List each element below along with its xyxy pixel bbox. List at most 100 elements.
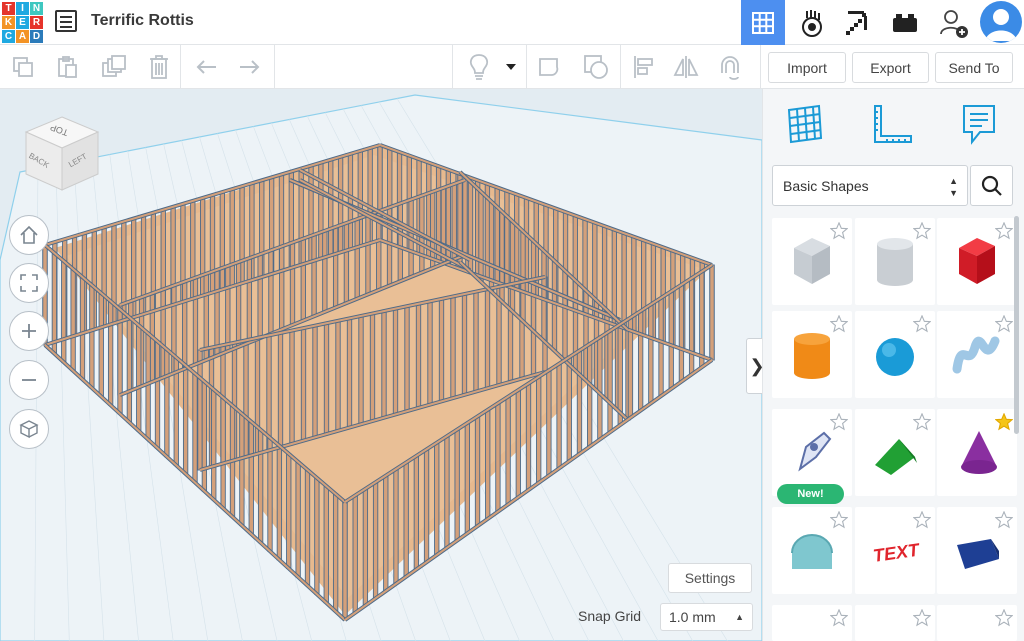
ungroup-icon[interactable]	[582, 53, 610, 81]
tinkercad-logo[interactable]: T I N K E R C A D	[2, 2, 43, 43]
favorite-star-icon[interactable]	[830, 413, 848, 431]
wall-stud	[335, 320, 341, 432]
wall-stud	[485, 409, 491, 520]
notes-lightbulb-icon[interactable]	[465, 53, 493, 81]
zoom-out-button[interactable]	[9, 360, 49, 400]
wall-stud	[546, 369, 552, 477]
workplane-tool-icon[interactable]	[785, 104, 825, 151]
shape-tile-cylinder-orange[interactable]	[772, 311, 852, 398]
wall-stud	[342, 501, 348, 621]
snap-grid-select[interactable]: 1.0 mm ▲	[660, 603, 753, 631]
align-icon[interactable]	[630, 53, 658, 81]
shape-tile-half-round[interactable]	[772, 507, 852, 594]
favorite-star-icon[interactable]	[830, 511, 848, 529]
favorite-star-icon[interactable]	[830, 315, 848, 333]
notes-tool-icon[interactable]	[960, 102, 998, 153]
export-button[interactable]: Export	[852, 52, 929, 83]
design-list-icon[interactable]	[55, 10, 77, 32]
chevron-down-icon[interactable]	[500, 53, 522, 81]
workplane[interactable]: TOP BACK LEFT	[0, 89, 762, 641]
favorite-star-icon[interactable]	[995, 315, 1013, 333]
wall-stud	[541, 250, 547, 342]
wall-stud	[648, 304, 654, 404]
favorite-star-icon[interactable]	[913, 511, 931, 529]
circuits-icon[interactable]	[790, 0, 834, 45]
settings-button[interactable]: Settings	[668, 563, 752, 593]
shape-tile-wedge-navy[interactable]	[937, 507, 1017, 594]
favorite-star-icon[interactable]	[995, 222, 1013, 240]
minecraft-pickaxe-icon[interactable]	[836, 0, 880, 45]
wall-stud	[435, 165, 442, 262]
wall-stud	[343, 222, 350, 304]
mirror-icon[interactable]	[672, 53, 700, 81]
favorite-star-icon[interactable]	[995, 511, 1013, 529]
favorite-star-icon[interactable]	[913, 222, 931, 240]
wall-stud	[276, 445, 283, 561]
wall-stud	[556, 363, 562, 469]
redo-icon[interactable]	[236, 53, 264, 81]
shape-search-button[interactable]	[970, 165, 1013, 206]
add-user-icon[interactable]	[932, 0, 976, 45]
projection-toggle-button[interactable]	[9, 409, 49, 449]
copy-icon[interactable]	[9, 53, 37, 81]
favorite-star-icon[interactable]	[913, 315, 931, 333]
wall-stud	[126, 316, 133, 423]
wall-stud	[328, 159, 334, 256]
project-title[interactable]: Terrific Rottis	[91, 12, 194, 30]
shape-tile-partial[interactable]	[772, 605, 852, 641]
home-view-button[interactable]	[9, 215, 49, 255]
send-to-button[interactable]: Send To	[935, 52, 1013, 83]
logo-letter: N	[30, 2, 43, 15]
shape-tile-text[interactable]: TEXT	[855, 507, 935, 594]
wall-stud	[277, 332, 284, 448]
shape-tile-partial[interactable]	[855, 605, 935, 641]
wall-stud	[536, 376, 542, 484]
3d-design-view-icon[interactable]	[741, 0, 785, 45]
ruler-tool-icon[interactable]	[871, 104, 915, 151]
wall-stud	[362, 488, 369, 607]
snap-grid-value: 1.0 mm	[669, 609, 716, 625]
shape-tile-box[interactable]	[772, 218, 852, 305]
shape-tile-box-red[interactable]	[937, 218, 1017, 305]
shape-tile-cylinder-hole[interactable]	[855, 218, 935, 305]
zoom-in-button[interactable]	[9, 311, 49, 351]
wall-stud	[457, 171, 463, 263]
favorite-star-icon[interactable]	[830, 222, 848, 240]
delete-icon[interactable]	[145, 53, 173, 81]
shape-category-select[interactable]: Basic Shapes ▲ ▼	[772, 165, 968, 206]
fit-view-button[interactable]	[9, 263, 49, 303]
shape-tile-sphere[interactable]	[855, 311, 935, 398]
wall-stud	[201, 381, 208, 492]
new-badge: New!	[777, 484, 844, 504]
duplicate-icon[interactable]	[100, 53, 128, 81]
import-button[interactable]: Import	[768, 52, 846, 83]
wall-stud	[462, 179, 468, 256]
favorite-star-icon[interactable]	[995, 609, 1013, 627]
shape-tile-roof[interactable]	[855, 409, 935, 496]
group-icon[interactable]	[536, 53, 564, 81]
caret-up-icon: ▲	[735, 612, 744, 622]
user-avatar[interactable]	[980, 1, 1022, 43]
favorite-star-icon[interactable]	[913, 609, 931, 627]
favorite-star-icon[interactable]	[830, 609, 848, 627]
cruise-magnet-icon[interactable]	[716, 53, 744, 81]
shape-tile-paint-pen[interactable]	[772, 409, 852, 496]
undo-icon[interactable]	[192, 53, 220, 81]
shape-tile-partial[interactable]	[937, 605, 1017, 641]
wall-stud	[192, 373, 198, 483]
favorite-star-icon[interactable]	[995, 413, 1013, 431]
favorite-star-icon[interactable]	[913, 413, 931, 431]
wall-stud	[117, 308, 123, 415]
bricks-icon[interactable]	[883, 0, 927, 45]
shape-tile-scribble[interactable]	[937, 311, 1017, 398]
view-cube[interactable]: TOP BACK LEFT	[22, 112, 102, 192]
shape-tile-cone[interactable]	[937, 409, 1017, 496]
paste-icon[interactable]	[53, 53, 81, 81]
wall-stud	[372, 481, 379, 599]
plus-icon	[22, 324, 36, 338]
wall-stud	[474, 415, 481, 527]
wall-stud	[464, 422, 470, 534]
wall-stud	[637, 310, 644, 412]
wall-stud	[192, 277, 199, 365]
panel-scrollbar[interactable]	[1014, 216, 1019, 434]
